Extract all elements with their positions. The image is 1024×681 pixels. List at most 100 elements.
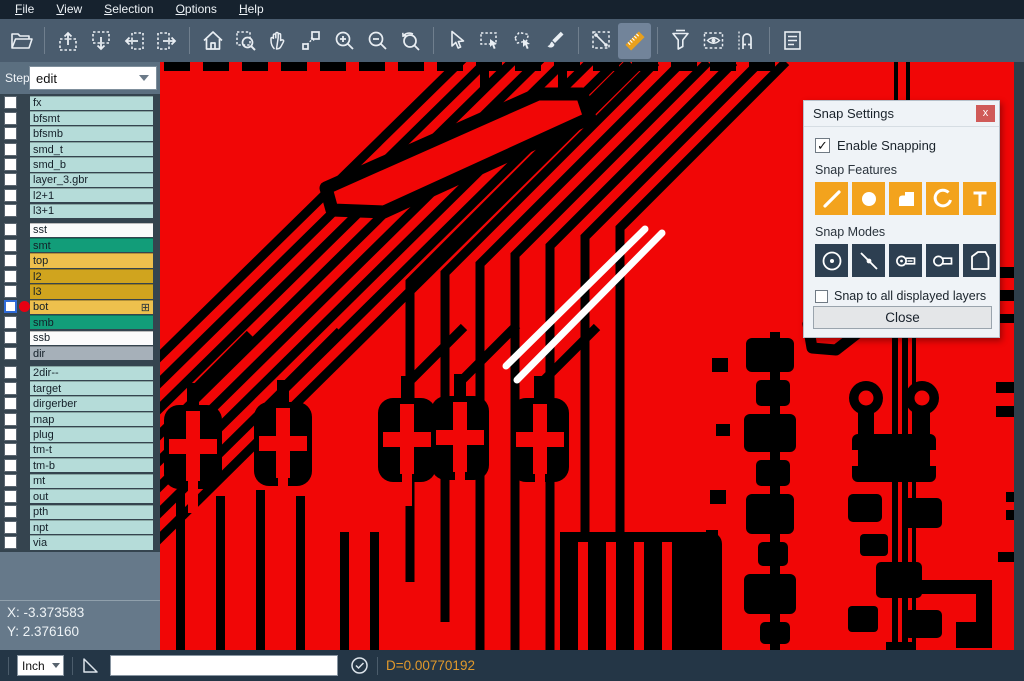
layer-band[interactable]: l2+1 [30,188,153,202]
layer-row-smd_b[interactable]: smd_b [0,157,160,172]
layer-visibility-checkbox[interactable] [4,239,17,252]
snap-arc-button[interactable] [926,182,959,215]
layer-band[interactable]: via [30,535,153,549]
layer-band[interactable]: l3+1 [30,204,153,218]
move-up-button[interactable] [51,23,84,59]
layer-visibility-checkbox[interactable] [4,366,17,379]
properties-form-button[interactable] [776,23,809,59]
snap-all-layers-checkbox[interactable] [815,290,828,303]
layer-band[interactable]: npt [30,520,153,534]
layer-row-smd_t[interactable]: smd_t [0,141,160,156]
layer-visibility-checkbox[interactable] [4,223,17,236]
layer-row-via[interactable]: via [0,535,160,550]
ruler-button[interactable] [618,23,651,59]
layer-visibility-checkbox[interactable] [4,536,17,549]
layer-visibility-checkbox[interactable] [4,254,17,267]
layer-band[interactable]: l2 [30,269,153,283]
filter-button[interactable] [664,23,697,59]
layer-band[interactable]: smt [30,238,153,252]
zoom-in-button[interactable] [328,23,361,59]
layer-band[interactable]: out [30,489,153,503]
layer-visibility-checkbox[interactable] [4,474,17,487]
layer-band[interactable]: target [30,381,153,395]
dialog-titlebar[interactable]: Snap Settings x [804,101,999,127]
layer-band[interactable]: smb [30,315,153,329]
layer-band[interactable]: tm-b [30,458,153,472]
layer-row-bfsmb[interactable]: bfsmb [0,126,160,141]
layer-row-l3[interactable]: l3 [0,284,160,299]
layer-row-l3+1[interactable]: l3+1 [0,203,160,218]
layer-row-tm-t[interactable]: tm-t [0,442,160,457]
layer-band[interactable]: l3 [30,284,153,298]
vertical-scrollbar[interactable] [1014,62,1024,650]
snap-vertex-button[interactable] [963,244,996,277]
layer-band[interactable]: bfsmb [30,126,153,140]
layer-row-fx[interactable]: fx [0,95,160,110]
apply-check-icon[interactable] [350,656,369,675]
home-view-button[interactable] [196,23,229,59]
layer-row-smb[interactable]: smb [0,315,160,330]
zoom-window-button[interactable] [229,23,262,59]
measure-input[interactable] [110,655,338,676]
layer-visibility-checkbox[interactable] [4,413,17,426]
layer-visibility-checkbox[interactable] [4,143,17,156]
select-button[interactable] [440,23,473,59]
layer-row-map[interactable]: map [0,411,160,426]
snap-text-button[interactable] [963,182,996,215]
select-poly-button[interactable] [506,23,539,59]
snap-pad-entry-button[interactable] [889,244,922,277]
layer-visibility-checkbox[interactable] [4,347,17,360]
view-options-button[interactable] [697,23,730,59]
move-right-button[interactable] [150,23,183,59]
enable-snapping-checkbox[interactable]: ✓ [815,138,830,153]
layer-band[interactable]: plug [30,427,153,441]
layer-band[interactable]: dir [30,346,153,360]
step-combobox[interactable]: edit [29,66,157,90]
layer-visibility-checkbox[interactable] [4,127,17,140]
move-left-button[interactable] [117,23,150,59]
layer-visibility-checkbox[interactable] [4,173,17,186]
dialog-close-icon[interactable]: x [976,105,995,122]
layer-row-sst[interactable]: sst [0,222,160,237]
layer-row-layer_3.gbr[interactable]: layer_3.gbr [0,172,160,187]
menu-selection[interactable]: Selection [93,0,164,19]
layer-band[interactable]: dirgerber [30,396,153,410]
layer-row-ssb[interactable]: ssb [0,330,160,345]
snap-center-button[interactable] [815,244,848,277]
layer-row-l2+1[interactable]: l2+1 [0,188,160,203]
layer-band[interactable]: layer_3.gbr [30,173,153,187]
layer-row-pth[interactable]: pth [0,504,160,519]
select-rect-button[interactable] [473,23,506,59]
layer-row-npt[interactable]: npt [0,519,160,534]
layer-visibility-checkbox[interactable] [4,112,17,125]
layer-visibility-checkbox[interactable] [4,382,17,395]
layer-band[interactable]: smd_t [30,142,153,156]
snap-surface-button[interactable] [889,182,922,215]
layer-visibility-checkbox[interactable] [4,285,17,298]
layer-row-dir[interactable]: dir [0,346,160,361]
move-down-button[interactable] [84,23,117,59]
layer-band[interactable]: bfsmt [30,111,153,125]
layer-band[interactable]: pth [30,505,153,519]
layer-row-top[interactable]: top [0,253,160,268]
layer-visibility-checkbox[interactable] [4,428,17,441]
layer-row-smt[interactable]: smt [0,237,160,252]
layer-band[interactable]: tm-t [30,443,153,457]
layer-visibility-checkbox[interactable] [4,270,17,283]
layer-band[interactable]: smd_b [30,157,153,171]
menu-view[interactable]: View [45,0,93,19]
layer-visibility-checkbox[interactable] [4,331,17,344]
layer-row-tm-b[interactable]: tm-b [0,458,160,473]
layer-row-mt[interactable]: mt [0,473,160,488]
layer-row-2dir--[interactable]: 2dir-- [0,365,160,380]
layer-row-l2[interactable]: l2 [0,268,160,283]
layer-band[interactable]: sst [30,223,153,237]
snap-pad-button[interactable] [852,182,885,215]
snap-on-line-button[interactable] [852,244,885,277]
layer-row-bot[interactable]: bot⊞ [0,299,160,314]
paint-button[interactable] [539,23,572,59]
menu-options[interactable]: Options [165,0,228,19]
grid-icon[interactable]: ⊞ [141,301,150,314]
snap-magnet-button[interactable] [730,23,763,59]
layer-visibility-checkbox[interactable] [4,204,17,217]
